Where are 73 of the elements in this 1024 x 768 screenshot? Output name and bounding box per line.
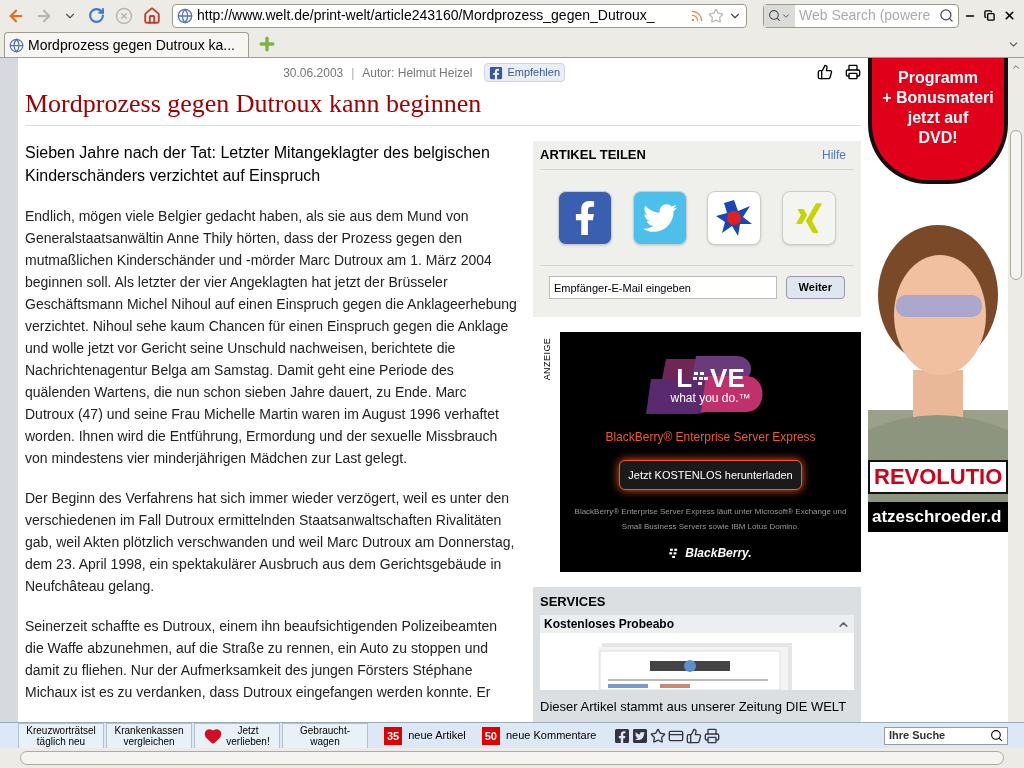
ad-brand: BlackBerry.	[685, 545, 752, 563]
rss-icon[interactable]	[690, 8, 704, 23]
ad-label: ANZEIGE	[541, 337, 552, 381]
logo-text: L	[676, 365, 693, 392]
thumbs-up-icon[interactable]	[817, 64, 833, 80]
badge-text: jetzt auf	[907, 108, 969, 128]
article-subtitle: Sieben Jahre nach der Tat: Letzter Mitangeklagter des belgischen Kinderschänders verzichtet auf Einspruch	[25, 143, 491, 187]
printer-icon[interactable]	[704, 727, 721, 744]
logo-text: VE	[710, 365, 745, 392]
article-paragraph: Endlich, mögen viele Belgier gedacht haben, als sie aus dem Mund von Generalstaatsanwältin Anne Thily hörten, dass der Prozess gegen den mutmaßlichen Kinderschänder und -mörder Marc Dutroux am 1. März 2004 beginnen soll. Als letzter der vier Angeklagten hat jetzt der Brüsseler Geschäftsmann Michel Nihoul auf einen Einspruch gegen die Anklageerhebung verzichtet. Nihoul sehe kaum Chancen für einen Einspruch gegen die Anklage und wolle jetzt vor Gericht seine Unschuld nachweisen, berichtete die Nachrichtenagentur Belga am Samstag. Damit geht eine Periode des quälenden Wartens, die nun schon sieben Jahre dauert, zu Ende. Marc Dutroux (47) und seine Frau Michelle Martin waren im August 1996 verhaftet worden. Ihnen wird die Entführung, Ermordung und der sexuelle Missbrauch von mindestens vier minderjährigen Mädchen zur Last gelegt.	[25, 207, 518, 469]
bookmark-star-icon[interactable]	[708, 7, 724, 24]
globe-icon	[9, 37, 24, 53]
article-paragraph: Der Beginn des Verfahrens hat sich immer wieder verzögert, weil es unter den verschiedenen im Fall Dutroux ermittelnden Staatsanwaltschaften Rivalitäten gab, weil Akten plötzlich verschwanden und weil Marc Dutroux am Donnerstag, dem 23. April 1998, ein spektakulärer Ausbruch aus dem Gerichtsgebäude in Neufchâteau gelang.	[25, 489, 516, 597]
panel-heading: SERVICES	[540, 593, 607, 612]
promo-button[interactable]: Jetzt verlieben!	[194, 722, 280, 749]
browser-tab[interactable]: Mordprozess gegen Dutroux ka...	[4, 32, 249, 57]
web-search-field[interactable]: Web Search (powere	[763, 3, 959, 28]
banner-text: REVOLUTIO	[868, 460, 1008, 494]
globe-icon	[177, 7, 193, 24]
article-date: 30.06.2003	[283, 64, 344, 82]
f-letter-icon	[489, 65, 504, 80]
article-paragraph: Seinerzeit schaffte es Dutroux, einem ihn beaufsichtigenden Polizeibeamten die Waffe abzunehmen, auf die Straße zu rennen, ein Auto zu stoppen und damit zu fliehen. Nur der Aufmerksamkeit des jungen Försters Stéphane Michaux ist es zu verdanken, dass Dutroux eingefangen werden konnte. Er	[25, 617, 499, 703]
address-bar[interactable]: http://www.welt.de/print-welt/article243160/Mordprozess_gegen_Dutroux_	[172, 3, 747, 28]
badge-text: Programm	[898, 68, 978, 88]
ad-product: BlackBerry® Enterprise Server Express	[605, 429, 816, 447]
submit-button[interactable]: Weiter	[785, 276, 845, 300]
recommend-button[interactable]: Empfehlen	[484, 63, 565, 83]
star-icon[interactable]	[650, 727, 667, 744]
author-text: Autor: Helmut Heizel	[362, 64, 473, 82]
heart-icon	[204, 726, 223, 745]
tab-title: Mordprozess gegen Dutroux ka...	[28, 35, 235, 55]
url-text: http://www.welt.de/print-welt/article243160/Mordprozess_gegen_Dutroux_	[197, 6, 656, 25]
scrollbar-thumb[interactable]	[1010, 130, 1022, 280]
thumbs-up-icon[interactable]	[686, 727, 703, 744]
scrollbar-thumb[interactable]	[20, 751, 1004, 765]
toolbar-button[interactable]: Gebraucht- wagen	[282, 722, 368, 749]
badge-text: DVD!	[918, 128, 958, 148]
ad-tagline: what you do.™	[670, 391, 751, 406]
search-engine-button[interactable]	[764, 4, 795, 27]
counter-link[interactable]: neue Artikel	[408, 727, 466, 744]
badge-text: + Bonusmateri	[882, 88, 994, 108]
search-input[interactable]: Web Search (powere	[799, 5, 935, 26]
side-advertisement[interactable]: Programm + Bonusmateri jetzt auf DVD! REVOLUTIO atzeschroeder.d	[868, 58, 1008, 722]
site-search-field[interactable]: Ihre Suche	[884, 726, 1008, 745]
email-field[interactable]: Empfänger-E-Mail eingeben	[549, 276, 777, 300]
search-input[interactable]: Ihre Suche	[889, 727, 990, 744]
share-button[interactable]	[707, 190, 762, 245]
f-letter-icon[interactable]	[614, 727, 631, 744]
toolbar-button[interactable]: Krankenkassen vergleichen	[106, 722, 192, 749]
close-icon[interactable]	[1003, 9, 1016, 22]
count-badge: 35	[384, 726, 403, 745]
download-button[interactable]: Jetzt KOSTENLOS herunterladen	[619, 460, 802, 491]
separator: |	[351, 64, 355, 82]
counter-link[interactable]: neue Kommentare	[506, 727, 597, 744]
panel-heading: ARTIKEL TEILEN	[540, 146, 646, 165]
ad-fine-print: BlackBerry® Enterprise Server Express läuft unter Microsoft® Exchange und Small Business Servers sowie IBM Lotus Domino.	[573, 506, 848, 534]
count-badge: 50	[481, 726, 500, 745]
help-link[interactable]: Hilfe	[822, 146, 846, 165]
site-text: atzeschroeder.d	[868, 502, 1008, 532]
advertisement-banner[interactable]	[560, 332, 861, 573]
share-button[interactable]	[558, 190, 613, 245]
bird-icon[interactable]	[632, 727, 649, 744]
restore-icon[interactable]	[984, 10, 995, 21]
toolbar-button[interactable]: Kreuzworträtsel täglich neu	[18, 722, 104, 749]
search-icon[interactable]	[990, 729, 1003, 742]
article-title: Mordprozess gegen Dutroux kann beginnen	[25, 87, 861, 127]
search-icon	[768, 9, 781, 22]
search-icon[interactable]	[939, 8, 954, 23]
accordion-header[interactable]: Kostenloses Probeabo	[540, 615, 854, 634]
dots-icon	[693, 370, 710, 387]
scroll-up-icon[interactable]	[1011, 62, 1021, 72]
printer-icon[interactable]	[845, 64, 861, 80]
teaser-text: Dieser Artikel stammt aus unserer Zeitung DIE WELT	[540, 698, 848, 717]
